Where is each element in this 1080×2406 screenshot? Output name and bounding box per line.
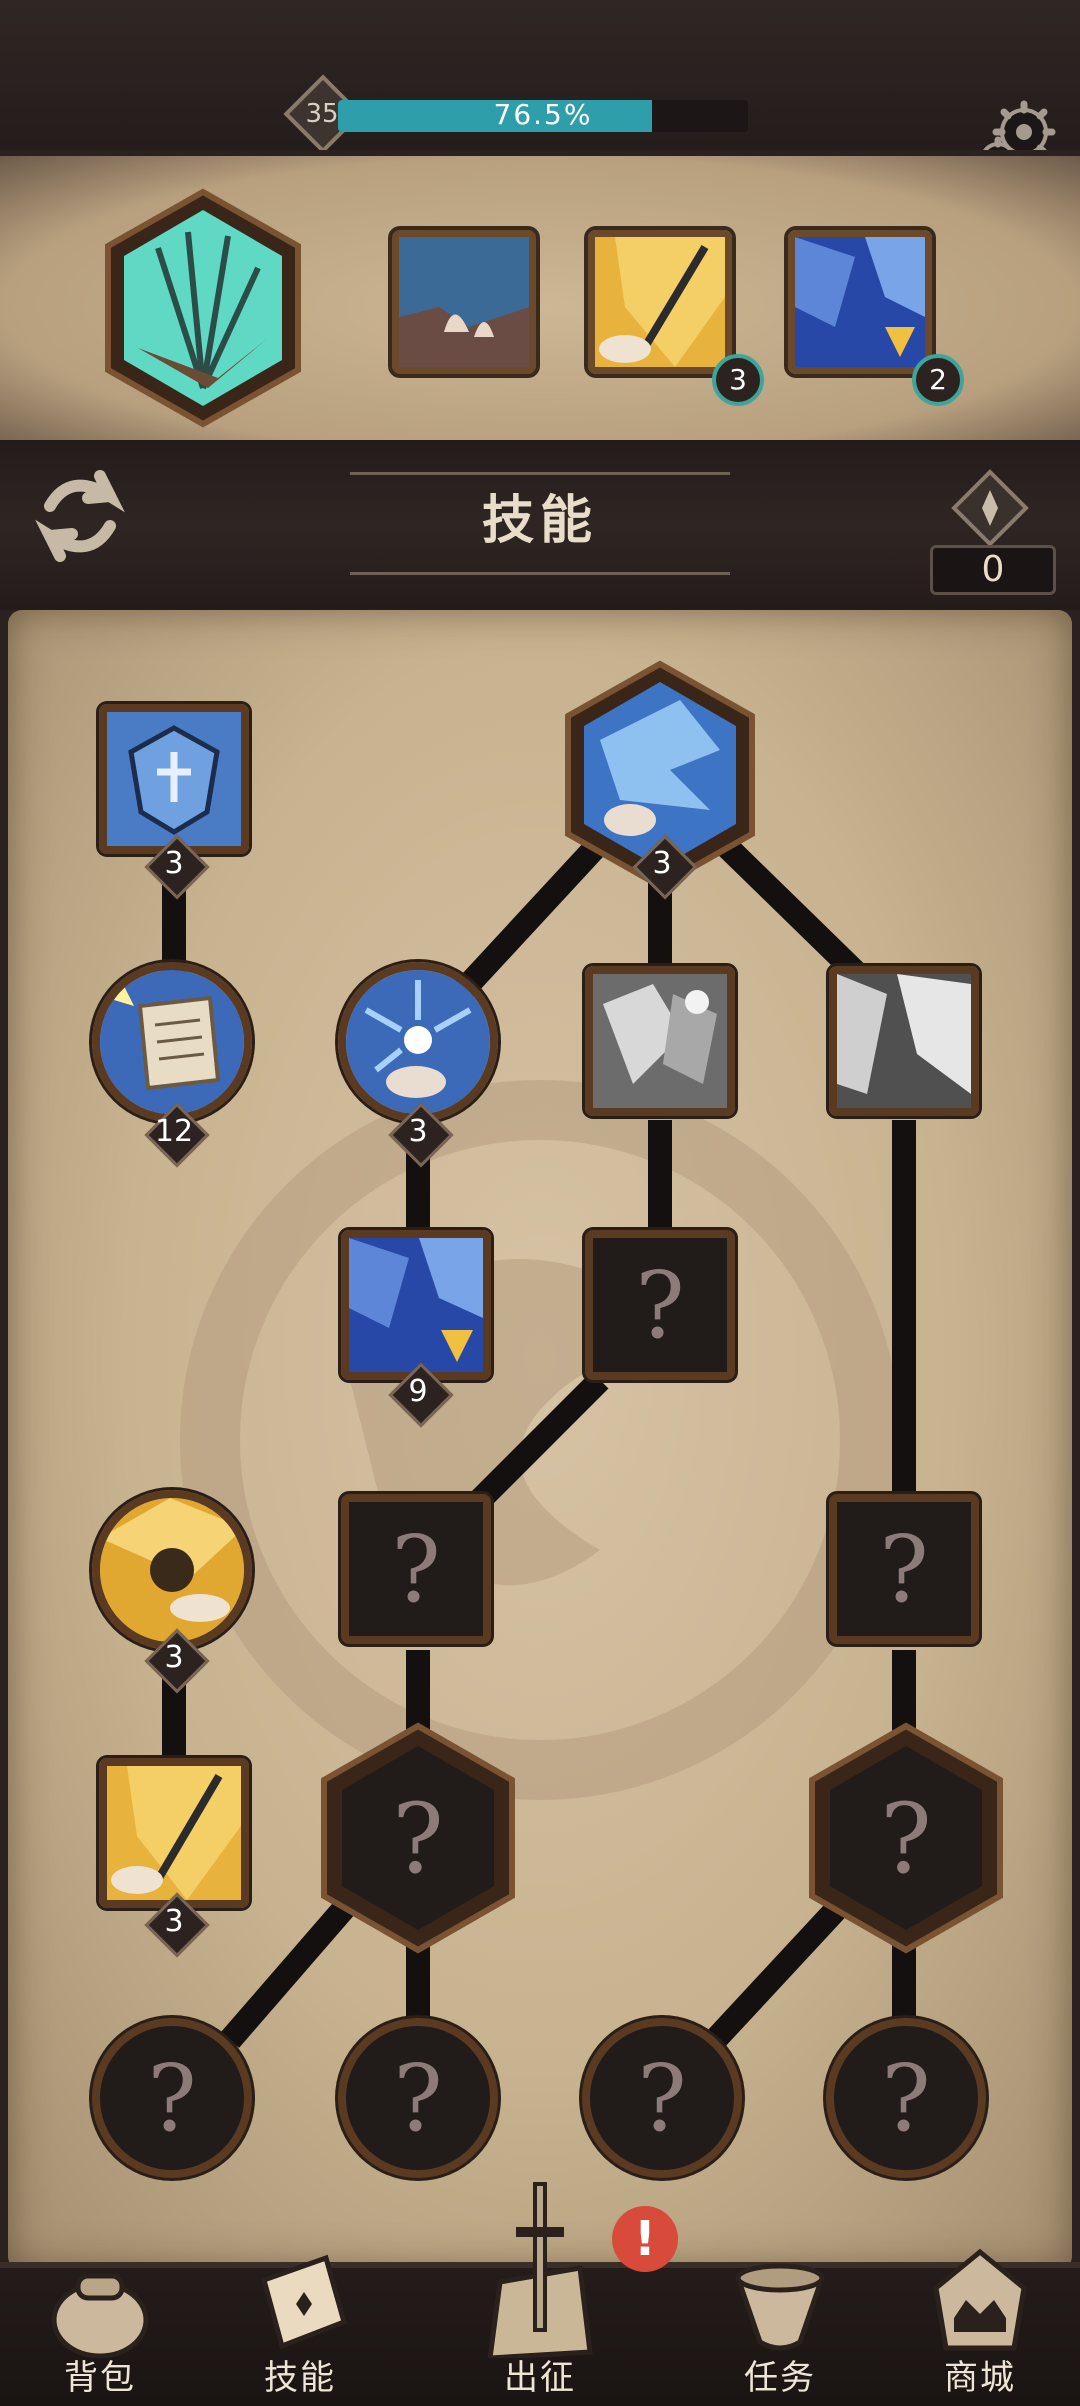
grey-shards-icon	[593, 974, 727, 1108]
skill-node-locked[interactable]: ?	[826, 2018, 986, 2178]
equipped-skill-slot-2[interactable]	[588, 230, 732, 374]
locked-question-icon: ?	[635, 1251, 685, 1359]
top-bar	[0, 0, 1080, 160]
horn-icon	[734, 2263, 826, 2351]
skill-level: 3	[164, 1904, 184, 1939]
nav-skills-label: 技能	[264, 2358, 336, 2398]
locked-question-icon: ?	[392, 1783, 443, 1895]
expedition-alert-badge: !	[612, 2206, 678, 2272]
skill-level: 12	[154, 1114, 194, 1149]
skill-node-locked[interactable]: ?	[585, 1230, 735, 1380]
skill-level: 3	[408, 1114, 428, 1149]
nav-tasks[interactable]: 任务	[700, 2262, 860, 2400]
skill-gem-icon	[951, 469, 1029, 547]
locked-question-icon: ?	[147, 2044, 197, 2152]
nav-tasks-label: 任务	[744, 2358, 816, 2398]
bird-emblem-watermark	[180, 1080, 900, 1800]
nav-bag-label: 背包	[64, 2358, 136, 2398]
blue-shards-icon	[795, 237, 925, 367]
skill-book-icon	[260, 2254, 348, 2350]
equipped-skill-slot-1[interactable]	[392, 230, 536, 374]
skill-level: 3	[652, 846, 672, 881]
skill-node-locked[interactable]: ?	[829, 1494, 979, 1644]
shop-crown-icon	[933, 2248, 1027, 2351]
nav-shop-label: 商城	[944, 2358, 1016, 2398]
skill-node-locked[interactable]: ?	[341, 1494, 491, 1644]
holy-shield-icon	[107, 712, 241, 846]
nav-skills[interactable]: 技能	[220, 2254, 380, 2400]
refresh-icon[interactable]	[30, 466, 130, 566]
expedition-sword-icon	[487, 2182, 593, 2358]
skill-node-locked-hex[interactable]: ?	[804, 1722, 1008, 1954]
locked-question-icon: ?	[880, 1783, 931, 1895]
equipped-skill-slot-3[interactable]	[788, 230, 932, 374]
nav-bag[interactable]: 背包	[20, 2262, 180, 2400]
skill-node-golden-sword[interactable]	[99, 1758, 249, 1908]
locked-question-icon: ?	[391, 1515, 441, 1623]
nav-shop[interactable]: 商城	[900, 2248, 1060, 2400]
blue-shards-icon	[349, 1238, 483, 1372]
rock-burst-icon	[399, 237, 529, 367]
title-divider	[350, 472, 730, 475]
skill-node-golden-hands[interactable]	[92, 1490, 252, 1650]
grey-crystal-icon	[837, 974, 971, 1108]
skill-node-locked[interactable]: ?	[338, 2018, 498, 2178]
slot-3-count-badge: 2	[912, 354, 964, 406]
skill-node-scroll[interactable]	[92, 962, 252, 1122]
backpack-icon	[51, 2273, 149, 2358]
xp-percent: 76.5%	[493, 98, 593, 131]
nav-expedition[interactable]: 出征	[460, 2182, 620, 2400]
golden-sword-icon	[595, 237, 725, 367]
locked-question-icon: ?	[879, 1515, 929, 1623]
golden-hands-icon	[100, 1498, 244, 1642]
equipped-main-skill-hex[interactable]	[98, 188, 308, 428]
skill-node-locked[interactable]: ?	[92, 2018, 252, 2178]
locked-question-icon: ?	[881, 2044, 931, 2152]
slot-2-count-badge: 3	[712, 354, 764, 406]
skill-node-holy-shield[interactable]	[99, 704, 249, 854]
golden-sword-icon	[107, 1766, 241, 1900]
locked-question-icon: ?	[637, 2044, 687, 2152]
scroll-icon	[100, 970, 244, 1114]
skill-node-locked[interactable]: ?	[582, 2018, 742, 2178]
light-orb-icon	[346, 970, 490, 1114]
gem-count: 0	[981, 549, 1005, 590]
skill-level: 3	[164, 1640, 184, 1675]
title-divider	[350, 572, 730, 575]
skill-node-light-orb[interactable]	[338, 962, 498, 1122]
page-title: 技能	[481, 491, 598, 551]
skill-node-grey-shard-2[interactable]	[829, 966, 979, 1116]
skill-level: 9	[408, 1374, 428, 1409]
nav-expedition-label: 出征	[504, 2358, 576, 2398]
skill-node-grey-shard-1[interactable]	[585, 966, 735, 1116]
locked-question-icon: ?	[393, 2044, 443, 2152]
skill-node-locked-hex[interactable]: ?	[316, 1722, 520, 1954]
skill-node-blue-shards[interactable]	[341, 1230, 491, 1380]
skill-level: 3	[164, 846, 184, 881]
